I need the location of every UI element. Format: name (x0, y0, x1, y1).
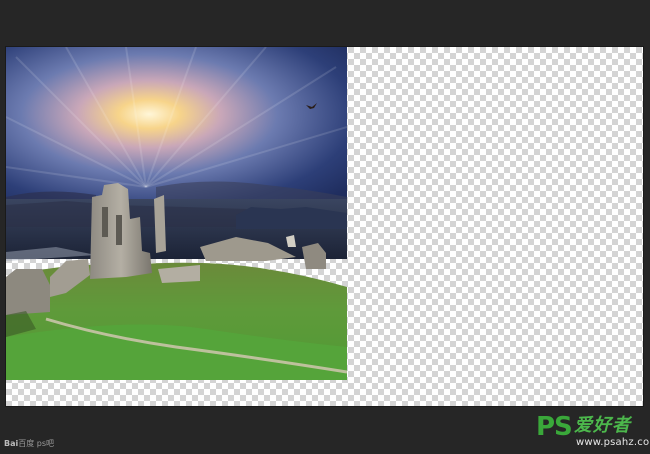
castle-photo-image (6, 47, 347, 380)
baidu-logo-suffix: 百度 (18, 439, 35, 448)
castle-ruins-photo-layer[interactable] (6, 47, 347, 380)
ps-logo-mark: PS (536, 412, 573, 442)
top-gray-area (0, 0, 650, 44)
baidu-logo-text: Bai (4, 439, 19, 448)
ps-logo-url: www.psahz.com (576, 437, 650, 448)
baidu-watermark: Bai百度 ps吧 (4, 438, 54, 449)
baidu-source-text: ps吧 (36, 439, 55, 448)
document-canvas[interactable] (6, 47, 643, 406)
photoshop-workspace: Bai百度 ps吧 PS 爱好者 www.psahz.com (0, 0, 650, 454)
ps-logo-chinese: 爱好者 (574, 415, 631, 436)
psahz-logo: PS 爱好者 www.psahz.com (536, 412, 650, 450)
